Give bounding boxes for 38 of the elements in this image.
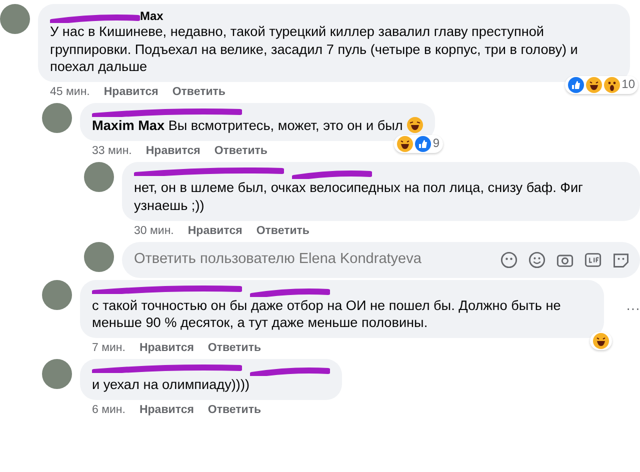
reactions-badge[interactable]: 9 [394, 134, 443, 153]
reply-input-field[interactable]: Ответить пользователю Elena Kondratyeva [132, 248, 490, 272]
reply-link[interactable]: Ответить [208, 402, 262, 420]
timestamp[interactable]: 30 мин. [134, 222, 174, 240]
timestamp[interactable]: 33 мин. [92, 142, 132, 160]
like-link[interactable]: Нравится [139, 340, 194, 358]
reply-link[interactable]: Ответить [172, 84, 226, 102]
author-name[interactable]: Max [140, 9, 164, 23]
comment-text: и уехал на олимпиаду)))) [92, 377, 250, 392]
reply-link[interactable]: Ответить [208, 340, 262, 358]
gif-icon[interactable] [584, 250, 602, 269]
reactions-badge[interactable] [590, 332, 612, 350]
avatar [84, 162, 114, 192]
avatar [0, 4, 30, 34]
timestamp[interactable]: 45 мин. [50, 84, 90, 102]
avatar [84, 242, 114, 272]
like-link[interactable]: Нравится [139, 402, 194, 420]
more-options-button[interactable]: ··· [626, 298, 640, 320]
comment-text: Вы всмотритесь, может, это он и был [168, 118, 403, 134]
comment-text: У нас в Кишиневе, недавно, такой турецкий киллер завалил главу преступной группировки. Подъехал на велике, засадил 7 пуль (четыре в корпус, три в голову) и поехал дальше [50, 24, 578, 74]
reply-link[interactable]: Ответить [256, 222, 310, 240]
timestamp[interactable]: 7 мин. [92, 340, 126, 358]
avatar [42, 359, 72, 390]
mention-link[interactable]: Maxim Max [92, 118, 165, 134]
comment-text: с такой точностью он бы даже отбор на ОИ не пошел бы. Должно быть не меньше 90 % десяток, а тут даже меньше половины. [92, 298, 561, 330]
avatar [42, 280, 72, 310]
reply-link[interactable]: Ответить [214, 142, 268, 160]
emoji-icon[interactable] [528, 250, 546, 269]
like-link[interactable]: Нравится [146, 142, 200, 160]
like-link[interactable]: Нравится [104, 84, 158, 102]
reply-bar[interactable]: Ответить пользователю Elena Kondratyeva [122, 242, 640, 278]
reactions-badge[interactable]: 10 [564, 76, 638, 94]
comment-text: нет, он в шлеме был, очках велосипедных на пол лица, снизу баф. Фиг узнаешь ;)) [134, 180, 584, 213]
avatar [42, 103, 72, 134]
timestamp[interactable]: 6 мин. [92, 402, 126, 420]
reaction-count: 9 [432, 136, 440, 152]
reaction-count: 10 [622, 77, 635, 93]
like-link[interactable]: Нравится [188, 222, 242, 240]
